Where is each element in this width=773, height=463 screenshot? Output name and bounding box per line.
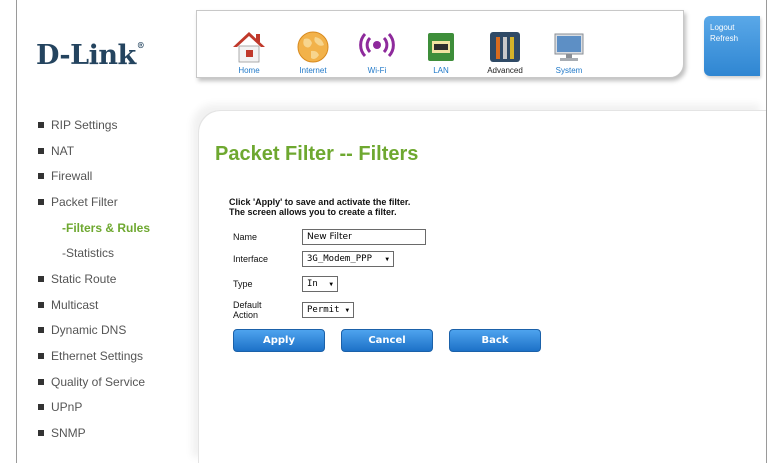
interface-label: Interface bbox=[233, 254, 269, 264]
wifi-icon bbox=[359, 32, 395, 58]
nav-item-static-route[interactable]: Static Route bbox=[38, 266, 198, 292]
bullet-icon bbox=[38, 198, 44, 205]
nav-item-nat[interactable]: NAT bbox=[38, 138, 198, 164]
cancel-button[interactable]: Cancel bbox=[341, 329, 433, 352]
globe-icon bbox=[297, 31, 329, 63]
instructions: Click 'Apply' to save and activate the f… bbox=[229, 197, 410, 217]
bullet-icon bbox=[38, 404, 44, 411]
bullet-icon bbox=[38, 378, 44, 385]
nav-item-snmp[interactable]: SNMP bbox=[38, 420, 198, 446]
bullet-icon bbox=[38, 301, 44, 308]
toolbar-home[interactable]: Home bbox=[217, 11, 281, 77]
toolbar-lan[interactable]: LAN bbox=[409, 11, 473, 77]
nav-item-dynamic-dns[interactable]: Dynamic DNS bbox=[38, 318, 198, 344]
nav-item-quality-of-service[interactable]: Quality of Service bbox=[38, 369, 198, 395]
nav-sub-filters-rules[interactable]: -Filters & Rules bbox=[38, 215, 198, 241]
top-toolbar: Home Internet Wi-Fi LAN Advanced System bbox=[196, 10, 684, 78]
session-box: Logout Refresh bbox=[704, 16, 760, 76]
logout-link[interactable]: Logout bbox=[710, 22, 760, 33]
instruction-line-2: The screen allows you to create a filter… bbox=[229, 207, 397, 217]
nav-item-rip-settings[interactable]: RIP Settings bbox=[38, 112, 198, 138]
apply-button[interactable]: Apply bbox=[233, 329, 325, 352]
interface-select[interactable]: 3G_Modem_PPP ▼ bbox=[302, 251, 394, 267]
dlink-logo: D-Link® bbox=[36, 40, 145, 71]
toolbar-wifi[interactable]: Wi-Fi bbox=[345, 11, 409, 77]
type-label: Type bbox=[233, 279, 253, 289]
nav-item-firewall[interactable]: Firewall bbox=[38, 163, 198, 189]
nav-item-upnp[interactable]: UPnP bbox=[38, 395, 198, 421]
dropdown-arrow-icon: ▼ bbox=[345, 306, 350, 314]
page-title: Packet Filter -- Filters bbox=[215, 143, 419, 165]
default-action-select[interactable]: Permit ▼ bbox=[302, 302, 354, 318]
bullet-icon bbox=[38, 353, 44, 360]
bullet-icon bbox=[38, 173, 44, 180]
instruction-line-1: Click 'Apply' to save and activate the f… bbox=[229, 197, 411, 207]
nav-sub-statistics[interactable]: -Statistics bbox=[38, 240, 198, 266]
bullet-icon bbox=[38, 327, 44, 334]
tools-icon bbox=[490, 32, 520, 62]
nav-item-ethernet-settings[interactable]: Ethernet Settings bbox=[38, 343, 198, 369]
toolbar-advanced[interactable]: Advanced bbox=[473, 11, 537, 77]
home-icon bbox=[233, 32, 265, 63]
sidebar-nav: RIP Settings NAT Firewall Packet Filter … bbox=[38, 112, 198, 446]
nav-item-packet-filter[interactable]: Packet Filter bbox=[38, 189, 198, 215]
type-select[interactable]: In ▼ bbox=[302, 276, 338, 292]
refresh-link[interactable]: Refresh bbox=[710, 33, 760, 44]
dropdown-arrow-icon: ▼ bbox=[385, 255, 389, 263]
default-action-label: Default Action bbox=[233, 300, 262, 320]
toolbar-system[interactable]: System bbox=[537, 11, 601, 77]
dropdown-arrow-icon: ▼ bbox=[329, 280, 333, 288]
name-label: Name bbox=[233, 232, 258, 242]
bullet-icon bbox=[38, 430, 44, 437]
lan-icon bbox=[428, 33, 454, 61]
computer-icon bbox=[554, 33, 584, 61]
nav-item-multicast[interactable]: Multicast bbox=[38, 292, 198, 318]
bullet-icon bbox=[38, 147, 44, 154]
bullet-icon bbox=[38, 275, 44, 282]
bullet-icon bbox=[38, 121, 44, 128]
name-input[interactable] bbox=[302, 229, 426, 245]
toolbar-internet[interactable]: Internet bbox=[281, 11, 345, 77]
back-button[interactable]: Back bbox=[449, 329, 541, 352]
